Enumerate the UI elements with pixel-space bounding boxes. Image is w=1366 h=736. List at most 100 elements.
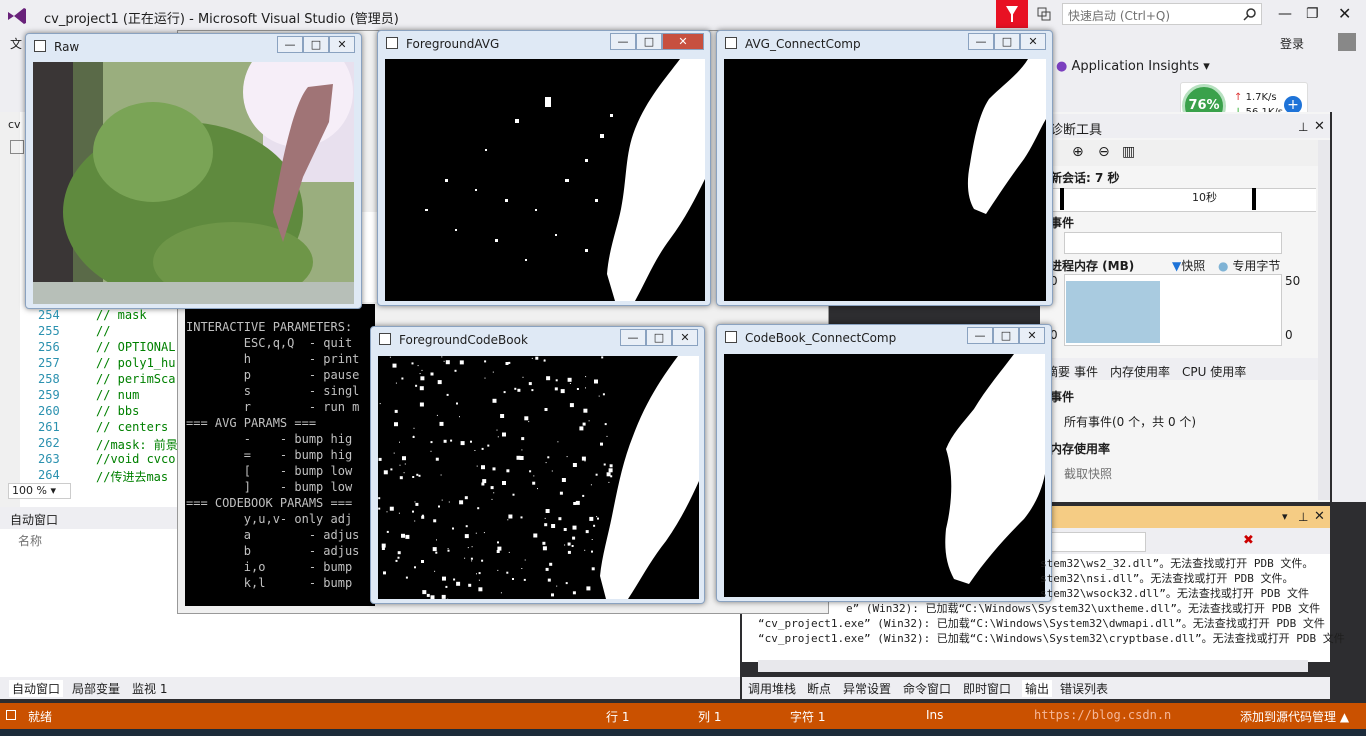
close-icon[interactable]: ✕ <box>1314 509 1325 524</box>
foreground-speckle <box>608 481 610 483</box>
code-line[interactable]: //void cvco <box>96 452 175 466</box>
foreground-speckle <box>464 534 469 539</box>
close-button[interactable]: ✕ <box>1338 4 1351 23</box>
tab-output-0[interactable]: 调用堆栈 <box>748 680 796 697</box>
login-link[interactable]: 登录 <box>1280 35 1304 52</box>
diag-scrollbar[interactable] <box>1318 140 1330 500</box>
search-icon <box>1243 8 1256 21</box>
tab-output-1[interactable]: 断点 <box>807 680 831 697</box>
raw-window[interactable]: Raw — □ ✕ <box>25 33 362 309</box>
foreground-speckle <box>395 559 398 562</box>
clear-all-icon[interactable]: ✖ <box>1243 533 1254 548</box>
tab-watch-1[interactable]: 监视 1 <box>132 680 167 697</box>
foreground-speckle <box>426 593 430 597</box>
code-line[interactable]: // mask <box>96 308 147 322</box>
status-char: 字符 1 <box>790 710 826 724</box>
diag-timeline[interactable] <box>1050 188 1316 212</box>
foreground-speckle <box>481 482 485 486</box>
code-line[interactable]: //mask: 前景 <box>96 436 178 453</box>
chart-icon[interactable]: ▥ <box>1122 144 1135 160</box>
quick-launch-input[interactable]: 快速启动 (Ctrl+Q) <box>1062 3 1262 25</box>
zoom-in-icon[interactable]: ⊕ <box>1072 144 1084 160</box>
tab-output-6[interactable]: 错误列表 <box>1060 680 1108 697</box>
tab-memory-usage[interactable]: 内存使用率 <box>1110 363 1170 380</box>
foreground-speckle <box>590 484 592 486</box>
take-snapshot-button[interactable]: 截取快照 <box>1064 465 1112 482</box>
output-horizontal-scrollbar[interactable] <box>758 660 1308 672</box>
foreground-speckle <box>419 386 424 391</box>
codebook-connectcomp-window[interactable]: CodeBook_ConnectComp — □ ✕ <box>716 324 1052 602</box>
menu-file[interactable]: 文 <box>10 35 22 52</box>
foreground-speckle <box>474 450 476 451</box>
code-line[interactable]: // num <box>96 388 139 402</box>
minimize-button[interactable]: — <box>968 33 994 50</box>
foreground-speckle <box>403 472 405 474</box>
foreground-speckle <box>394 422 398 427</box>
maximize-button[interactable]: □ <box>636 33 662 50</box>
diag-all-events[interactable]: 所有事件(0 个，共 0 个) <box>1064 413 1196 430</box>
minimize-button[interactable]: — <box>610 33 636 50</box>
account-avatar-icon[interactable] <box>1338 33 1356 51</box>
add-to-source-control-button[interactable]: 添加到源代码管理 ▲ <box>1240 708 1349 725</box>
code-line[interactable]: // bbs <box>96 404 139 418</box>
maximize-button[interactable]: □ <box>994 33 1020 50</box>
foreground-speckle <box>546 376 551 381</box>
foreground-codebook-window[interactable]: ForegroundCodeBook — □ ✕ <box>370 326 705 604</box>
feedback-icon[interactable] <box>1036 6 1052 22</box>
tab-output-2[interactable]: 异常设置 <box>843 680 891 697</box>
code-line[interactable]: // perimSca <box>96 372 175 386</box>
console-line: h - print <box>186 352 360 366</box>
close-icon[interactable]: ✕ <box>1314 119 1325 134</box>
output-source-dropdown[interactable] <box>1050 532 1146 552</box>
minimize-button[interactable]: — <box>620 329 646 346</box>
pin-icon[interactable]: ⊥ <box>1298 120 1308 134</box>
tab-locals[interactable]: 局部变量 <box>72 680 120 697</box>
minimize-button[interactable]: — <box>967 327 993 344</box>
close-button[interactable]: ✕ <box>1020 33 1046 50</box>
file-scope-icon[interactable] <box>10 140 24 154</box>
maximize-button[interactable]: ❐ <box>1306 6 1319 22</box>
avg-connectcomp-window[interactable]: AVG_ConnectComp — □ ✕ <box>716 30 1053 306</box>
tab-output-3[interactable]: 命令窗口 <box>903 680 951 697</box>
foreground-speckle <box>481 465 485 470</box>
tab-output-5[interactable]: 输出 <box>1022 680 1053 697</box>
notification-flag-icon[interactable] <box>996 0 1028 28</box>
foreground-speckle <box>549 562 553 566</box>
zoom-dropdown[interactable]: 100 % ▾ <box>8 483 71 499</box>
code-line[interactable]: //传进去mas <box>96 468 168 485</box>
autos-column-name[interactable]: 名称 <box>18 532 42 549</box>
foreground-speckle <box>440 474 442 476</box>
upload-speed: ↑ 1.7K/s <box>1234 92 1277 103</box>
tab-events[interactable]: 事件 <box>1074 363 1098 380</box>
minimize-button[interactable]: — <box>1278 6 1292 22</box>
minimize-button[interactable]: — <box>277 36 303 53</box>
zoom-out-icon[interactable]: ⊖ <box>1098 144 1110 160</box>
code-line[interactable]: // OPTIONAL <box>96 340 175 354</box>
editor-tab-stub[interactable]: cv <box>8 118 21 131</box>
close-button[interactable]: ✕ <box>672 329 698 346</box>
foreground-speckle <box>506 469 510 473</box>
code-line[interactable]: // poly1_hu <box>96 356 175 370</box>
line-number: 263 <box>38 452 60 466</box>
foreground-speckle <box>572 591 576 595</box>
app-insights-button[interactable]: ● Application Insights ▾ <box>1056 59 1210 74</box>
chevron-down-icon[interactable]: ▾ <box>1282 510 1288 523</box>
close-button[interactable]: ✕ <box>1019 327 1045 344</box>
close-button[interactable]: ✕ <box>662 33 704 50</box>
diag-memory-usage-section: 内存使用率 <box>1050 442 1111 456</box>
window-app-icon <box>34 40 46 52</box>
code-line[interactable]: // centers <box>96 420 168 434</box>
foreground-speckle <box>557 441 559 443</box>
diag-session-time: 新会话: 7 秒 <box>1050 171 1120 185</box>
maximize-button[interactable]: □ <box>303 36 329 53</box>
close-button[interactable]: ✕ <box>329 36 355 53</box>
foreground-avg-window[interactable]: ForegroundAVG — □ ✕ <box>377 30 711 306</box>
tab-autos[interactable]: 自动窗口 <box>9 680 64 697</box>
maximize-button[interactable]: □ <box>646 329 672 346</box>
tab-cpu-usage[interactable]: CPU 使用率 <box>1182 363 1246 380</box>
foreground-speckle <box>379 403 381 405</box>
tab-output-4[interactable]: 即时窗口 <box>963 680 1011 697</box>
code-line[interactable]: // <box>96 324 110 338</box>
pin-icon[interactable]: ⊥ <box>1298 510 1308 524</box>
maximize-button[interactable]: □ <box>993 327 1019 344</box>
